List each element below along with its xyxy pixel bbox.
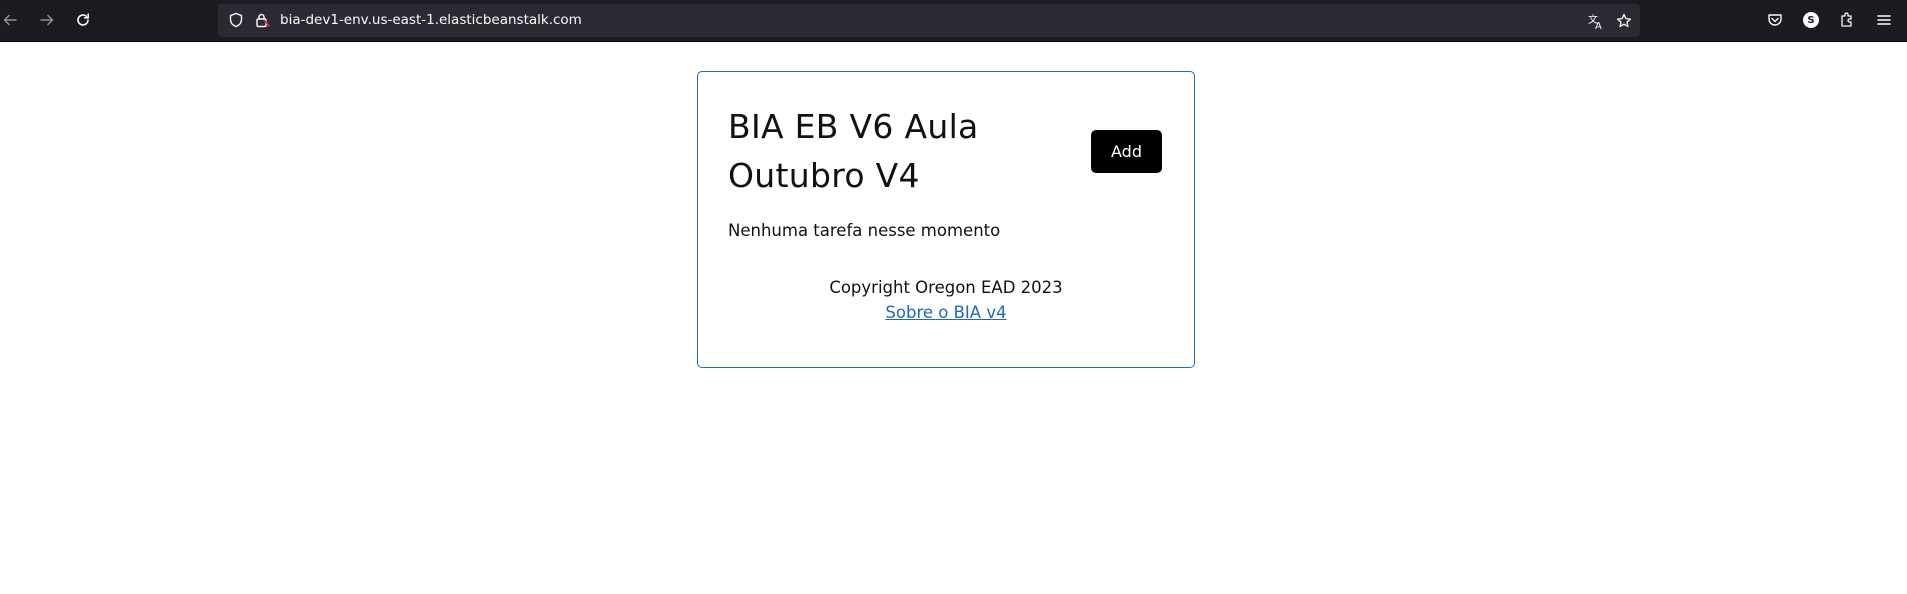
reload-icon bbox=[77, 13, 89, 26]
back-button[interactable] bbox=[0, 6, 24, 34]
arrow-left-icon bbox=[3, 14, 17, 26]
pocket-icon bbox=[1768, 14, 1782, 26]
translate-icon[interactable]: 文 A bbox=[1587, 12, 1605, 30]
forward-button[interactable] bbox=[33, 6, 61, 34]
svg-text:A: A bbox=[1595, 21, 1602, 30]
url-bar[interactable]: bia-dev1-env.us-east-1.elasticbeanstalk.… bbox=[218, 4, 1640, 37]
copyright-text: Copyright Oregon EAD 2023 bbox=[829, 278, 1063, 297]
url-text[interactable]: bia-dev1-env.us-east-1.elasticbeanstalk.… bbox=[280, 4, 582, 37]
shield-icon[interactable] bbox=[228, 12, 244, 28]
about-link[interactable]: Sobre o BIA v4 bbox=[885, 303, 1006, 322]
pocket-button[interactable] bbox=[1763, 8, 1787, 32]
browser-toolbar: bia-dev1-env.us-east-1.elasticbeanstalk.… bbox=[0, 0, 1907, 42]
account-icon: S bbox=[1803, 12, 1819, 28]
add-button[interactable]: Add bbox=[1091, 130, 1162, 173]
page-title: BIA EB V6 Aula Outubro V4 bbox=[728, 107, 979, 195]
account-button[interactable]: S bbox=[1799, 8, 1823, 32]
menu-button[interactable] bbox=[1872, 8, 1896, 32]
star-icon[interactable] bbox=[1615, 12, 1633, 30]
lock-warning-icon[interactable] bbox=[254, 12, 270, 28]
empty-task-message: Nenhuma tarefa nesse momento bbox=[728, 221, 1001, 240]
footer: Copyright Oregon EAD 2023 Sobre o BIA v4 bbox=[698, 275, 1194, 325]
extensions-icon bbox=[1841, 12, 1852, 27]
hamburger-menu-icon bbox=[1877, 15, 1891, 25]
reload-button[interactable] bbox=[69, 6, 97, 34]
arrow-right-icon bbox=[40, 14, 54, 26]
task-card: BIA EB V6 Aula Outubro V4 Add Nenhuma ta… bbox=[697, 71, 1195, 368]
extensions-button[interactable] bbox=[1835, 8, 1859, 32]
